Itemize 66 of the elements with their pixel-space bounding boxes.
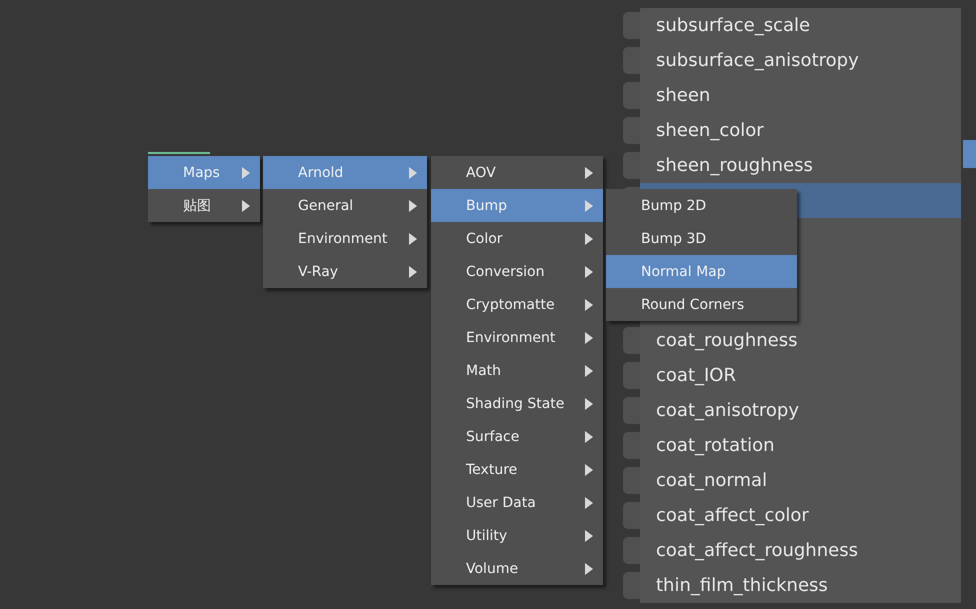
submenu-arrow-icon [409, 200, 417, 212]
port-socket[interactable] [623, 82, 641, 109]
attribute-row[interactable]: sheen [640, 78, 961, 113]
menu-item[interactable]: Shading State [431, 387, 603, 420]
attribute-row[interactable]: coat_roughness [640, 323, 961, 358]
submenu-arrow-icon [585, 298, 593, 310]
menu-item[interactable]: Cryptomatte [431, 288, 603, 321]
submenu-arrow-icon [409, 166, 417, 178]
attribute-row[interactable]: coat_affect_color [640, 498, 961, 533]
menu-item[interactable]: Texture [431, 453, 603, 486]
port-socket[interactable] [623, 117, 641, 144]
submenu-arrow-icon [585, 530, 593, 542]
attribute-row[interactable]: coat_affect_roughness [640, 533, 961, 568]
attribute-row[interactable]: sheen_color [640, 113, 961, 148]
panel-tab[interactable] [963, 140, 976, 168]
port-socket[interactable] [623, 327, 641, 354]
submenu-arrow-icon [585, 562, 593, 574]
menu-item[interactable]: Environment [263, 222, 427, 255]
port-socket[interactable] [623, 152, 641, 179]
menu-item[interactable]: V-Ray [263, 255, 427, 288]
submenu-arrow-icon [409, 232, 417, 244]
port-socket[interactable] [623, 397, 641, 424]
port-socket[interactable] [623, 362, 641, 389]
attribute-row[interactable]: coat_normal [640, 463, 961, 498]
menu-item[interactable]: Color [431, 222, 603, 255]
port-socket[interactable] [623, 502, 641, 529]
attribute-row[interactable]: subsurface_anisotropy [640, 43, 961, 78]
attribute-row[interactable]: thin_film_thickness [640, 568, 961, 603]
port-socket[interactable] [623, 432, 641, 459]
submenu-arrow-icon [585, 430, 593, 442]
port-socket[interactable] [623, 537, 641, 564]
menu-item[interactable]: Volume [431, 552, 603, 585]
menu-item[interactable]: AOV [431, 156, 603, 189]
submenu-arrow-icon [409, 266, 417, 278]
attribute-row[interactable]: coat_IOR [640, 358, 961, 393]
attribute-row[interactable]: sheen_roughness [640, 148, 961, 183]
submenu-arrow-icon [242, 200, 250, 212]
menu-item[interactable]: Environment [431, 321, 603, 354]
menu-item[interactable]: Math [431, 354, 603, 387]
menu-item[interactable]: User Data [431, 486, 603, 519]
connection-wire [148, 152, 210, 154]
submenu-arrow-icon [585, 200, 593, 212]
submenu-arrow-icon [585, 232, 593, 244]
submenu-arrow-icon [585, 166, 593, 178]
submenu-arrow-icon [242, 166, 250, 178]
attribute-row[interactable]: coat_anisotropy [640, 393, 961, 428]
submenu-arrow-icon [585, 266, 593, 278]
attribute-row[interactable]: subsurface_scale [640, 8, 961, 43]
submenu-arrow-icon [585, 464, 593, 476]
submenu-arrow-icon [585, 398, 593, 410]
submenu-arrow-icon [585, 496, 593, 508]
menu-item[interactable]: General [263, 189, 427, 222]
port-socket[interactable] [623, 47, 641, 74]
menu-item[interactable]: Utility [431, 519, 603, 552]
submenu-arrow-icon [585, 364, 593, 376]
menu-item[interactable]: Bump 2D [606, 189, 797, 222]
menu-item[interactable]: 贴图 [148, 189, 260, 222]
menu-item[interactable]: Conversion [431, 255, 603, 288]
port-socket[interactable] [623, 12, 641, 39]
port-socket[interactable] [623, 467, 641, 494]
menu-item[interactable]: Bump 3D [606, 222, 797, 255]
menu-item[interactable]: Surface [431, 420, 603, 453]
port-socket[interactable] [623, 572, 641, 599]
menu-item[interactable]: Round Corners [606, 288, 797, 321]
submenu-arrow-icon [585, 332, 593, 344]
attribute-row[interactable]: coat_rotation [640, 428, 961, 463]
